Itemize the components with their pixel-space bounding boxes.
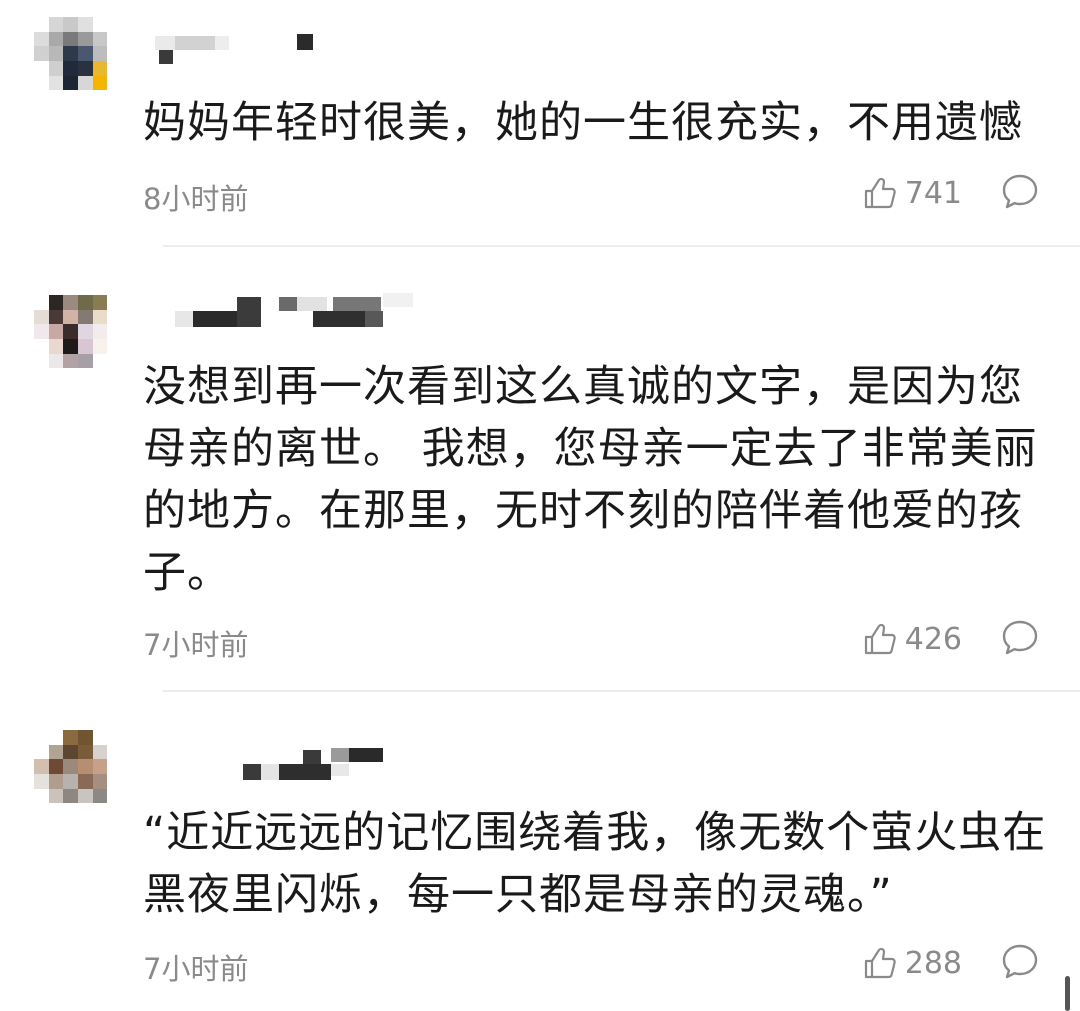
comment-time: 8小时前 [143, 182, 249, 216]
divider [163, 245, 1080, 247]
like-button[interactable]: 288 [863, 938, 962, 988]
like-count: 288 [904, 945, 962, 981]
like-button[interactable]: 426 [863, 614, 962, 664]
comment-meta: 8小时前 741 [143, 168, 1048, 218]
scrollbar[interactable] [1065, 976, 1070, 1011]
username-blurred[interactable] [155, 30, 415, 70]
comment-text: 妈妈年轻时很美，她的一生很充实，不用遗憾 [143, 98, 1023, 148]
username-blurred[interactable] [155, 293, 415, 333]
comment-time: 7小时前 [143, 952, 249, 986]
comment-bubble-icon[interactable] [1000, 617, 1040, 657]
like-count: 426 [904, 621, 962, 657]
comment-text: 没想到再一次看到这么真诚的文字，是因为您母亲的离世。 我想，您母亲一定去了非常美… [143, 362, 1038, 598]
avatar[interactable] [34, 730, 122, 818]
comment-meta: 7小时前 426 [143, 614, 1048, 664]
avatar[interactable] [34, 17, 122, 105]
comment-meta: 7小时前 288 [143, 938, 1048, 988]
username-blurred[interactable] [155, 740, 415, 780]
comment-bubble-icon[interactable] [1000, 941, 1040, 981]
comment-time: 7小时前 [143, 628, 249, 662]
thumbs-up-icon [864, 177, 896, 209]
comment-bubble-icon[interactable] [1000, 171, 1040, 211]
thumbs-up-icon [864, 623, 896, 655]
avatar[interactable] [34, 295, 122, 383]
comment-text: “近近远远的记忆围绕着我，像无数个萤火虫在黑夜里闪烁，每一只都是母亲的灵魂。” [143, 808, 1047, 920]
thumbs-up-icon [864, 947, 896, 979]
like-count: 741 [904, 175, 962, 211]
like-button[interactable]: 741 [863, 168, 962, 218]
divider [163, 690, 1080, 692]
